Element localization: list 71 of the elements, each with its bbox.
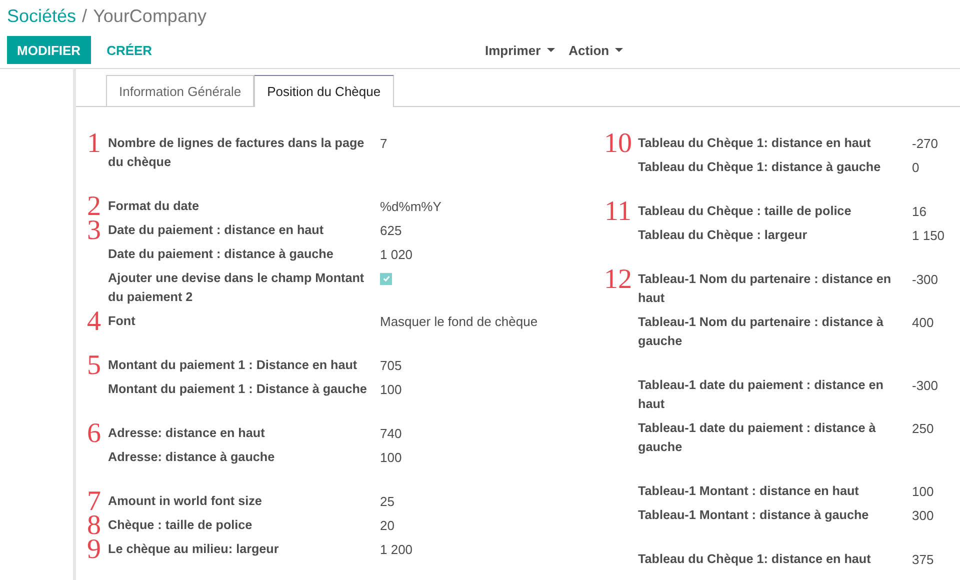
field-label: Montant du paiement 1 : Distance à gauche [108,381,368,398]
field-label: Date du paiement : distance en haut [108,222,325,239]
dropdown-menu[interactable]: Action [564,42,628,58]
field-value: -270 [912,136,938,151]
field-label: Nombre de lignes de factures dans la page du chèque [108,135,366,171]
field-label: Tableau du Chèque 1: distance en haut [638,551,872,568]
annotation-number: 12 [604,270,632,289]
field-value: 740 [380,426,402,441]
checkbox[interactable] [380,272,392,284]
annotation-number: 11 [604,202,632,221]
field-value: 250 [912,421,934,436]
tab[interactable]: Information Générale [106,75,254,106]
field-value: %d%m%Y [380,199,442,214]
field-label: Tableau du Chèque : taille de police [638,203,852,220]
annotation-number: 9 [87,540,101,559]
field-label: Adresse: distance à gauche [108,449,276,466]
field-value: Masquer le fond de chèque [380,314,538,329]
field-value: 0 [912,160,920,175]
field-value: 1 150 [912,228,945,243]
field-value: 625 [380,223,402,238]
caret-icon [546,48,555,52]
create-button[interactable]: CRÉER [96,36,162,64]
field-label: Format du date [108,198,200,215]
field-value: 100 [380,382,402,397]
annotation-number: 6 [87,424,101,443]
field-label: Amount in world font size [108,493,263,510]
breadcrumb-separator: / [82,6,88,27]
field-label: Tableau du Chèque 1: distance en haut [638,135,872,152]
field-value: 300 [912,508,934,523]
field-label: Tableau-1 Montant : distance à gauche [638,507,870,524]
field-value: 25 [380,494,394,509]
annotation-number: 5 [87,356,101,375]
caret-icon [615,48,624,52]
field-value: 705 [380,358,402,373]
field-label: Font [108,313,136,330]
breadcrumb-link[interactable]: Sociétés [7,6,76,27]
tab[interactable]: Position du Chèque [254,75,394,107]
field-value: 1 200 [380,542,413,557]
field-label: Montant du paiement 1 : Distance en haut [108,357,358,374]
field-label: Le chèque au milieu: largeur [108,541,280,558]
annotation-number: 10 [604,134,632,153]
annotation-number: 3 [87,221,101,240]
field-value: 100 [912,484,934,499]
field-label: Ajouter une devise dans le champ Montant du paiement 2 [108,270,366,306]
field-label: Tableau-1 Nom du partenaire : distance en haut [638,271,892,307]
annotation-number: 8 [87,516,101,535]
field-label: Chèque : taille de police [108,517,254,534]
field-value: 7 [380,136,388,151]
dropdown-menu[interactable]: Imprimer [481,42,559,58]
field-value: 20 [380,518,394,533]
field-label: Tableau-1 date du paiement : distance en haut [638,377,884,413]
field-value: 100 [380,450,402,465]
field-value: -300 [912,272,938,287]
annotation-number: 1 [87,134,101,153]
field-label: Date du paiement : distance à gauche [108,246,334,263]
annotation-number: 7 [87,492,101,511]
field-label: Tableau-1 date du paiement : distance à gauche [638,420,877,456]
field-label: Tableau du Chèque : largeur [638,227,808,244]
annotation-number: 4 [87,312,101,331]
field-label: Tableau du Chèque 1: distance à gauche [638,159,882,176]
field-value: 375 [912,552,934,567]
field-value: 400 [912,315,934,330]
field-label: Tableau-1 Nom du partenaire : distance à gauche [638,314,884,350]
edit-button[interactable]: MODIFIER [7,36,91,64]
field-value: 1 020 [380,247,413,262]
field-label: Tableau-1 Montant : distance en haut [638,483,860,500]
field-value: -300 [912,378,938,393]
field-label: Adresse: distance en haut [108,425,266,442]
page-title: YourCompany [93,6,206,27]
annotation-number: 2 [87,197,101,216]
field-value: 16 [912,204,926,219]
